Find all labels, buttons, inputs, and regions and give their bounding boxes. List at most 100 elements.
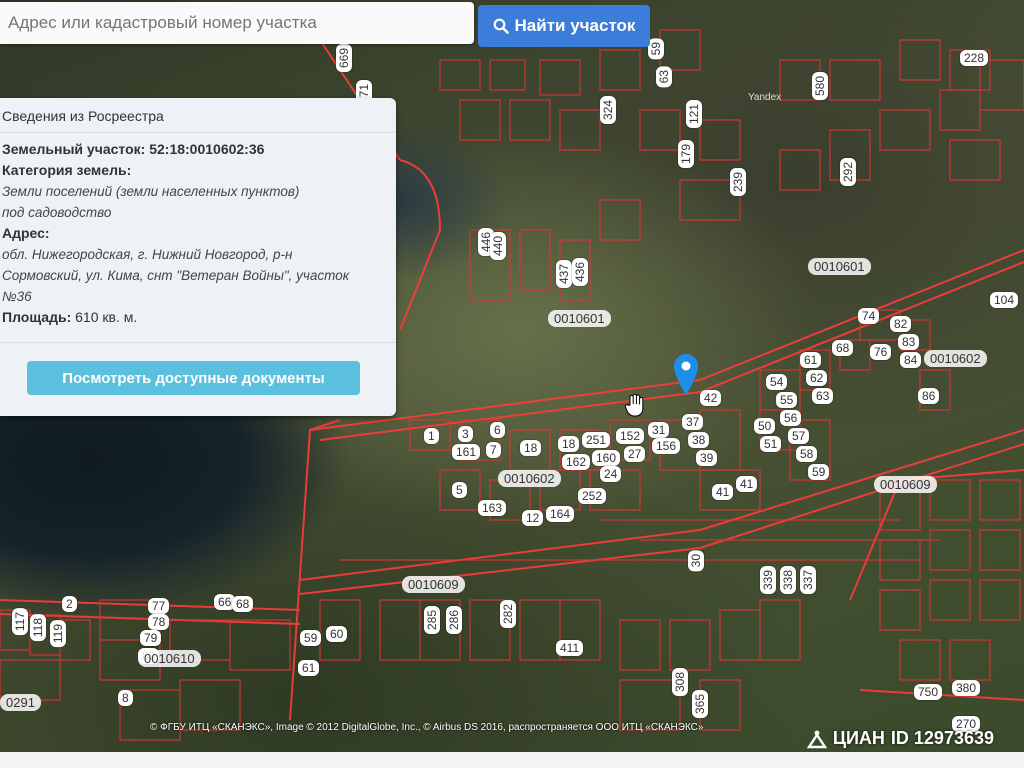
parcel-number-label[interactable]: 163	[478, 500, 507, 516]
parcel-number-label[interactable]: 7	[486, 442, 501, 458]
parcel-number-label[interactable]: 51	[760, 436, 782, 452]
parcel-number-label[interactable]: 580	[812, 72, 828, 101]
parcel-number-label[interactable]: 282	[500, 600, 516, 629]
parcel-number-label[interactable]: 38	[688, 432, 710, 448]
parcel-number-label[interactable]: 160	[592, 450, 621, 466]
parcel-number-label[interactable]: 411	[556, 640, 584, 656]
parcel-number-label[interactable]: 5	[452, 482, 467, 498]
parcel-number-label[interactable]: 79	[140, 630, 162, 646]
parcel-number-label[interactable]: 339	[760, 566, 776, 595]
parcel-number-label[interactable]: 121	[686, 100, 702, 129]
parcel-number-label[interactable]: 308	[672, 668, 688, 697]
parcel-number-label[interactable]: 228	[960, 50, 989, 66]
parcel-number-label[interactable]: 179	[678, 140, 694, 169]
parcel-number-label[interactable]: 56	[780, 410, 802, 426]
parcel-number-label[interactable]: 18	[558, 436, 580, 452]
view-documents-button[interactable]: Посмотреть доступные документы	[27, 361, 360, 395]
parcel-number-label[interactable]: 251	[582, 432, 611, 448]
parcel-number-label[interactable]: 27	[624, 446, 646, 462]
parcel-number-label[interactable]: 337	[800, 566, 816, 595]
category-value-line2: под садоводство	[2, 205, 112, 220]
parcel-number-label[interactable]: 286	[446, 606, 462, 635]
parcel-number-label[interactable]: 83	[898, 334, 920, 350]
parcel-number-label[interactable]: 41	[736, 476, 758, 492]
search-input[interactable]	[0, 2, 474, 44]
parcel-number-label[interactable]: 76	[870, 344, 892, 360]
parcel-number-label[interactable]: 750	[914, 684, 943, 700]
parcel-number-label[interactable]: 59	[648, 38, 664, 60]
parcel-number-label[interactable]: 41	[712, 484, 734, 500]
parcel-number-label[interactable]: 239	[730, 168, 746, 197]
parcel-number-label[interactable]: 50	[754, 418, 776, 434]
parcel-number-label[interactable]: 117	[12, 608, 28, 636]
parcel-number-label[interactable]: 436	[572, 258, 588, 287]
parcel-number-label[interactable]: 338	[780, 566, 796, 595]
parcel-number-label[interactable]: 18	[520, 440, 542, 456]
parcel-number-label[interactable]: 365	[692, 690, 708, 719]
quarter-label: 0291	[0, 694, 41, 711]
parcel-number-label[interactable]: 57	[788, 428, 810, 444]
parcel-number-label[interactable]: 60	[326, 626, 348, 642]
hand-cursor-icon	[624, 394, 644, 417]
map-attribution: © ФГБУ ИТЦ «СКАНЭКС», Image © 2012 Digit…	[150, 722, 704, 733]
parcel-number-label[interactable]: 285	[424, 606, 440, 635]
quarter-label: 0010601	[548, 310, 611, 327]
parcel-number-label[interactable]: 61	[298, 660, 320, 676]
parcel-number-label[interactable]: 30	[688, 550, 704, 572]
parcel-number-label[interactable]: 78	[148, 614, 170, 630]
parcel-number-label[interactable]: 59	[300, 630, 322, 646]
parcel-number-label[interactable]: 437	[556, 260, 572, 289]
parcel-number-label[interactable]: 63	[812, 388, 834, 404]
parcel-number-label[interactable]: 162	[562, 454, 591, 470]
road-upper-curve	[399, 159, 442, 331]
panel-divider	[0, 342, 396, 343]
search-button[interactable]: Найти участок	[478, 5, 650, 47]
parcel-number-label[interactable]: 59	[808, 464, 830, 480]
parcel-number-label[interactable]: 84	[900, 352, 922, 368]
parcel-number-label[interactable]: 8	[118, 690, 133, 706]
parcel-number-label[interactable]: 6	[490, 422, 505, 438]
parcel-number-label[interactable]: 292	[840, 158, 856, 187]
parcel-number-label[interactable]: 82	[890, 316, 912, 332]
quarter-label: 0010609	[402, 576, 465, 593]
parcel-number-label[interactable]: 3	[458, 426, 473, 442]
parcel-number-label[interactable]: 77	[148, 598, 170, 614]
parcel-number-label[interactable]: 1	[424, 428, 439, 444]
parcel-number-label[interactable]: 86	[918, 388, 940, 404]
area-value: 610 кв. м.	[75, 309, 138, 325]
parcel-number-label[interactable]: 324	[600, 96, 616, 125]
parcel-number-label[interactable]: 119	[50, 620, 66, 648]
parcel-label: Земельный участок:	[2, 141, 146, 157]
parcel-number-label[interactable]: 12	[522, 510, 544, 526]
parcel-number-label[interactable]: 61	[800, 352, 822, 368]
parcel-number-label[interactable]: 58	[796, 446, 818, 462]
category-value-line1: Земли поселений (земли населенных пункто…	[2, 184, 300, 199]
parcel-number-label[interactable]: 55	[776, 392, 798, 408]
parcel-number-label[interactable]: 152	[616, 428, 645, 444]
parcel-number-label[interactable]: 63	[656, 66, 672, 88]
parcel-number-label[interactable]: 104	[990, 292, 1019, 308]
parcel-number-label[interactable]: 31	[648, 422, 670, 438]
parcel-number-label[interactable]: 164	[546, 506, 575, 522]
parcel-number-label[interactable]: 74	[858, 308, 880, 324]
parcel-number-label[interactable]: 24	[600, 466, 622, 482]
parcel-number-label[interactable]: 42	[700, 390, 722, 406]
category-label: Категория земель:	[2, 162, 132, 178]
parcel-number-label[interactable]: 156	[652, 438, 681, 454]
parcel-number-label[interactable]: 68	[232, 596, 254, 612]
parcel-number-label[interactable]: 440	[490, 232, 506, 261]
quarter-label: 0010609	[874, 476, 937, 493]
area-row: Площадь: 610 кв. м.	[2, 307, 394, 328]
parcel-number-label[interactable]: 62	[806, 370, 828, 386]
parcel-number-label[interactable]: 68	[832, 340, 854, 356]
parcel-number-label[interactable]: 380	[952, 680, 981, 696]
parcel-number-label[interactable]: 161	[452, 444, 481, 460]
parcel-number-label[interactable]: 252	[578, 488, 607, 504]
parcel-number-label[interactable]: 37	[682, 414, 704, 430]
parcel-number-label[interactable]: 118	[30, 614, 46, 642]
parcel-number-label[interactable]: 39	[696, 450, 718, 466]
parcel-number-label[interactable]: 2	[62, 596, 77, 612]
map-pin-icon[interactable]	[672, 352, 700, 396]
parcel-number-label[interactable]: 669	[336, 44, 352, 73]
parcel-number-label[interactable]: 54	[766, 374, 788, 390]
